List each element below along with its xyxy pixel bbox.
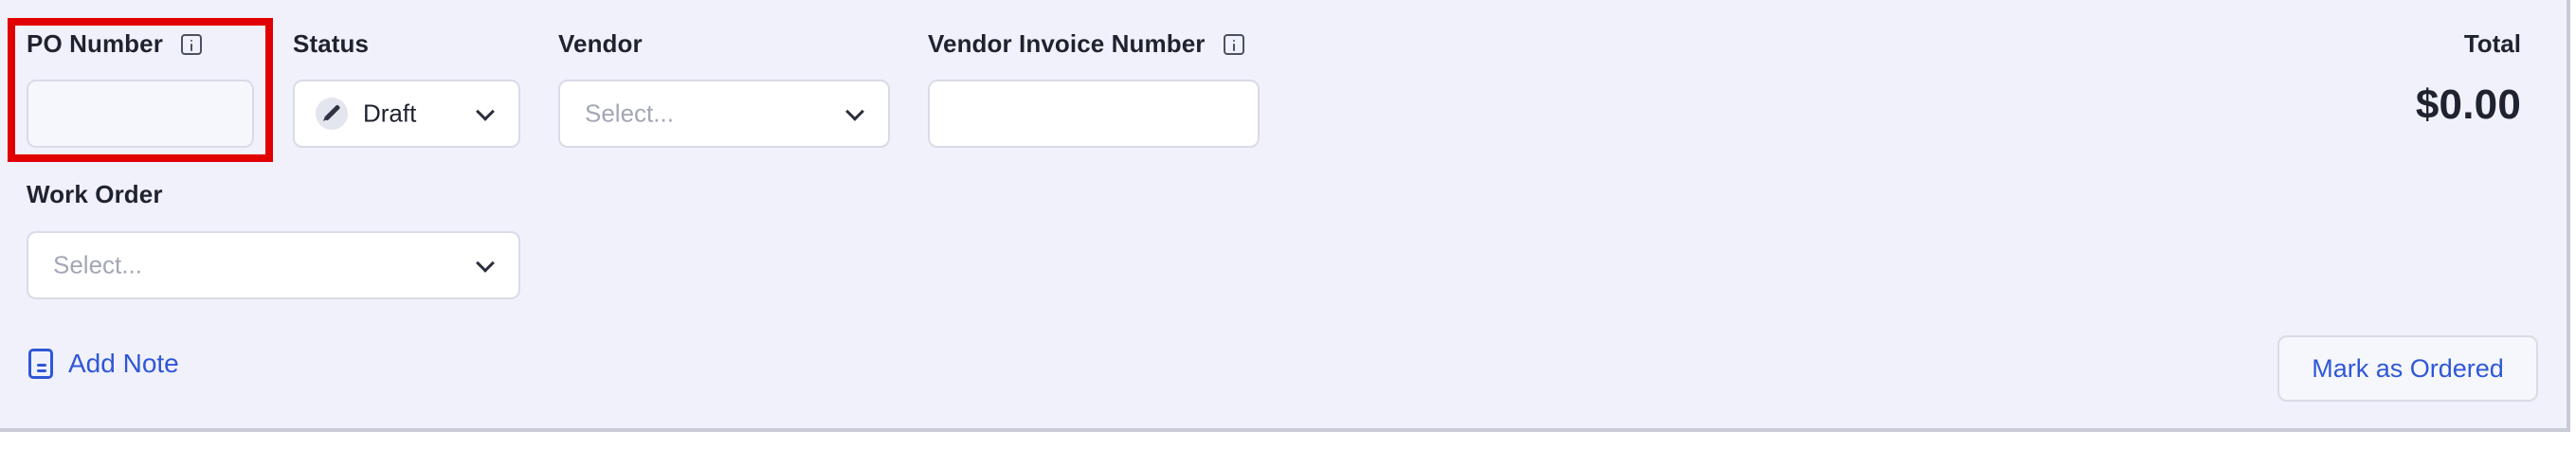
add-note-link[interactable]: Add Note: [28, 347, 179, 381]
vendor-invoice-number-label: Vendor Invoice Number: [928, 29, 1206, 58]
draft-status-icon: [316, 98, 348, 130]
status-label: Status: [293, 29, 370, 58]
work-order-select[interactable]: Select...: [27, 231, 520, 299]
po-number-label: PO Number: [27, 29, 163, 58]
note-icon: [28, 349, 53, 379]
vendor-select[interactable]: Select...: [558, 80, 890, 148]
info-icon[interactable]: [181, 34, 202, 55]
work-order-label: Work Order: [27, 180, 163, 208]
chevron-down-icon: [845, 102, 864, 121]
chevron-down-icon: [476, 102, 495, 121]
status-select[interactable]: Draft: [293, 80, 520, 148]
vendor-label: Vendor: [558, 29, 643, 58]
purchase-order-header-panel: PO Number Status Draft Vendor Select... …: [0, 0, 2570, 432]
total-value: $0.00: [2415, 81, 2521, 128]
work-order-placeholder: Select...: [53, 250, 142, 279]
status-value: Draft: [363, 99, 417, 128]
vendor-placeholder: Select...: [585, 99, 674, 128]
vendor-invoice-number-input[interactable]: [928, 80, 1260, 148]
pencil-icon: [323, 104, 341, 121]
po-number-field[interactable]: [27, 80, 254, 148]
info-icon[interactable]: [1224, 34, 1244, 55]
mark-as-ordered-label: Mark as Ordered: [2312, 353, 2504, 383]
total-label: Total: [2463, 29, 2521, 58]
add-note-label: Add Note: [68, 349, 179, 378]
chevron-down-icon: [476, 254, 495, 273]
mark-as-ordered-button[interactable]: Mark as Ordered: [2277, 335, 2538, 402]
